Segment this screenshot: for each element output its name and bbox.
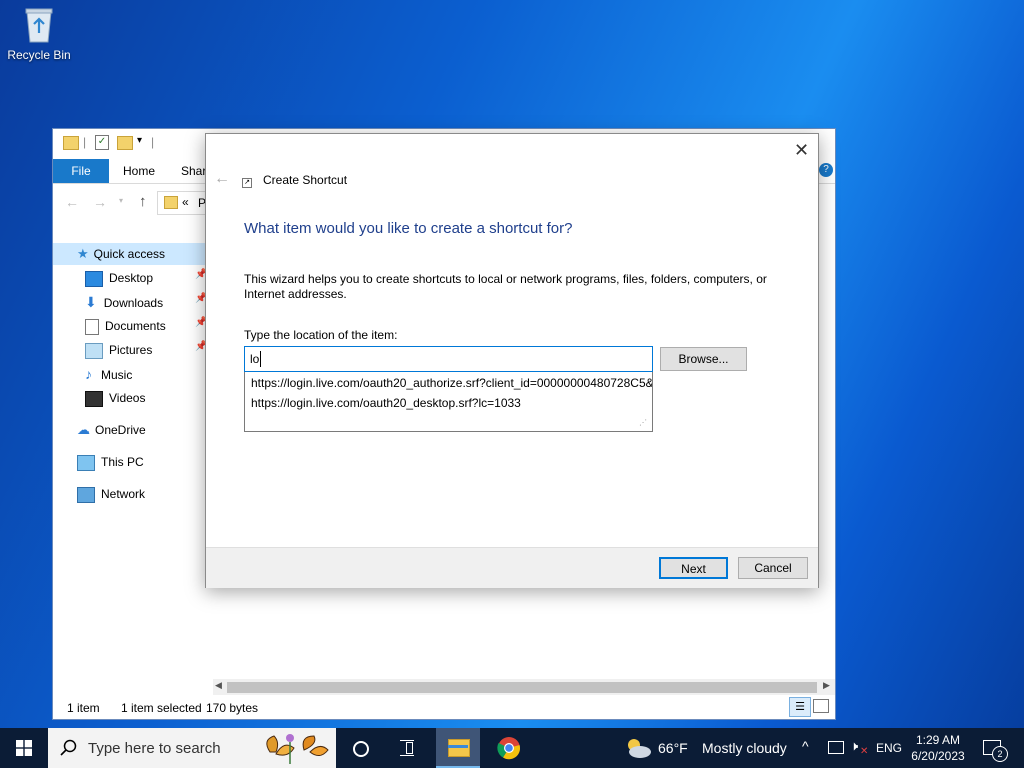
taskbar-file-explorer[interactable] <box>436 728 480 768</box>
autocomplete-item[interactable]: https://login.live.com/oauth20_desktop.s… <box>251 396 521 410</box>
task-view-button[interactable] <box>388 728 428 768</box>
scroll-left-icon[interactable]: ◀ <box>215 680 222 691</box>
music-note-icon: ♪ <box>85 366 92 382</box>
folder-stripe-icon <box>448 745 468 748</box>
recycle-bin-label: Recycle Bin <box>7 48 71 62</box>
recycle-bin-shortcut[interactable]: Recycle Bin <box>4 6 74 62</box>
start-button[interactable] <box>0 728 48 768</box>
customize-qat-icon[interactable]: ▾ <box>137 135 142 146</box>
recent-locations-icon[interactable]: ▾ <box>119 196 123 205</box>
navigation-pane: ★ Quick access Desktop 📌 ⬇ Downloads 📌 Doc… <box>53 239 213 503</box>
film-strip-icon <box>85 390 103 407</box>
location-input[interactable]: lo <box>244 346 653 372</box>
notification-badge: 2 <box>992 746 1008 762</box>
network-icon[interactable] <box>828 741 844 754</box>
up-arrow-icon[interactable]: ↑ <box>139 193 147 210</box>
large-icons-view-icon[interactable] <box>813 699 829 713</box>
nav-item-documents[interactable]: Documents <box>85 315 166 337</box>
folder-icon <box>164 196 178 209</box>
dialog-title: Create Shortcut <box>263 173 348 187</box>
properties-icon[interactable]: ✓ <box>95 135 109 150</box>
desktop-icon <box>85 270 103 287</box>
help-icon[interactable]: ? <box>819 163 833 177</box>
clock[interactable]: 1:29 AM 6/20/2023 <box>906 732 970 766</box>
computer-icon <box>77 454 95 471</box>
folder-icon <box>448 739 470 757</box>
windows-logo-icon <box>16 740 32 756</box>
status-size: 170 bytes <box>206 701 259 715</box>
qat-divider: | <box>151 135 155 149</box>
tab-share[interactable]: Shar <box>181 159 206 183</box>
taskbar: Type here to search 66°F Mostly cloudy ^… <box>0 728 1024 768</box>
browse-button[interactable]: Browse... <box>660 347 747 371</box>
document-icon <box>85 318 99 335</box>
volume-muted-icon[interactable]: 🕨 <box>850 738 858 754</box>
search-icon <box>60 739 77 756</box>
nav-item-desktop[interactable]: Desktop <box>85 267 153 289</box>
action-center-button[interactable]: 2 <box>980 736 1008 762</box>
nav-item-this-pc[interactable]: This PC <box>77 451 144 473</box>
weather-temp: 66°F <box>658 740 688 756</box>
next-button[interactable]: Next <box>659 557 728 579</box>
resize-grip-icon[interactable]: ⋰ <box>639 418 647 427</box>
breadcrumb-overflow-icon[interactable]: « <box>182 195 189 209</box>
text-cursor <box>260 351 261 367</box>
location-input-value: lo <box>250 352 260 366</box>
cortana-circle-icon <box>353 741 369 757</box>
pictures-icon <box>85 342 103 359</box>
cortana-button[interactable] <box>340 728 380 768</box>
tab-file[interactable]: File <box>53 159 109 183</box>
weather-widget[interactable]: 66°F Mostly cloudy <box>620 728 790 768</box>
close-icon[interactable]: ✕ <box>794 140 809 161</box>
nav-item-quick-access[interactable]: ★ Quick access <box>77 243 165 265</box>
download-arrow-icon: ⬇ <box>85 294 97 310</box>
back-arrow-icon[interactable]: ← <box>65 194 79 210</box>
cancel-button[interactable]: Cancel <box>738 557 808 579</box>
autocomplete-list: https://login.live.com/oauth20_authorize… <box>244 372 653 432</box>
folder-icon[interactable] <box>63 136 79 150</box>
taskbar-search-box[interactable]: Type here to search <box>48 728 336 768</box>
status-item-count: 1 item <box>67 701 100 715</box>
cloudy-moon-icon <box>628 739 651 758</box>
input-language[interactable]: ENG <box>876 741 902 755</box>
nav-item-onedrive[interactable]: ☁ OneDrive <box>77 419 146 441</box>
tab-home[interactable]: Home <box>123 159 155 183</box>
clock-time: 1:29 AM <box>915 733 961 747</box>
dialog-description: This wizard helps you to create shortcut… <box>244 272 767 301</box>
back-arrow-icon[interactable]: ← <box>214 170 230 188</box>
nav-item-videos[interactable]: Videos <box>85 387 145 409</box>
clock-date: 6/20/2023 <box>911 749 965 763</box>
new-folder-icon[interactable] <box>117 136 133 150</box>
shortcut-icon: ↗ <box>242 178 252 188</box>
task-view-icon-inner <box>406 742 413 754</box>
nav-item-music[interactable]: ♪ Music <box>85 363 132 385</box>
cloud-icon: ☁ <box>77 422 90 437</box>
search-placeholder: Type here to search <box>88 740 221 757</box>
mute-x-icon: ✕ <box>860 746 869 757</box>
nav-item-downloads[interactable]: ⬇ Downloads <box>85 291 163 313</box>
dialog-heading: What item would you like to create a sho… <box>244 220 573 237</box>
nav-item-pictures[interactable]: Pictures <box>85 339 152 361</box>
show-hidden-icons-icon[interactable]: ^ <box>802 738 809 754</box>
status-selected-count: 1 item selected <box>121 701 202 715</box>
butterflies-icon <box>266 734 329 764</box>
chrome-icon <box>497 737 521 760</box>
scrollbar-thumb[interactable] <box>227 682 817 693</box>
star-icon: ★ <box>77 246 89 261</box>
dialog-footer: Next Cancel <box>206 547 818 588</box>
weather-desc: Mostly cloudy <box>702 740 787 756</box>
taskbar-chrome[interactable] <box>488 728 530 768</box>
location-label: Type the location of the item: <box>244 328 398 342</box>
network-icon <box>77 486 95 503</box>
recycle-bin-icon <box>23 6 55 44</box>
forward-arrow-icon[interactable]: → <box>93 194 107 210</box>
autocomplete-item[interactable]: https://login.live.com/oauth20_authorize… <box>251 376 652 390</box>
scroll-right-icon[interactable]: ▶ <box>823 680 830 691</box>
status-bar: 1 item 1 item selected 170 bytes ☰ <box>53 695 835 719</box>
qat-divider: | <box>83 135 87 149</box>
details-view-icon[interactable]: ☰ <box>789 697 811 717</box>
create-shortcut-dialog: ✕ ← ↗ Create Shortcut What item would yo… <box>205 133 819 588</box>
nav-item-network[interactable]: Network <box>77 483 145 505</box>
